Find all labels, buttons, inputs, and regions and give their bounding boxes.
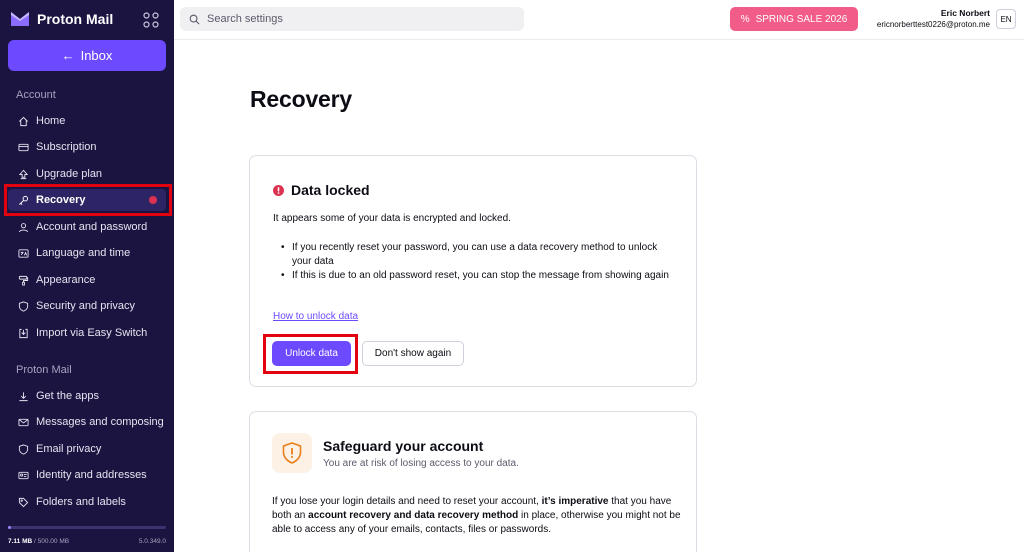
shield-alert-icon: [282, 442, 302, 464]
data-locked-list: If you recently reset your password, you…: [278, 241, 678, 283]
sidebar-item-label: Identity and addresses: [36, 469, 147, 481]
sidebar-item-import-via-easy-switch[interactable]: Import via Easy Switch: [8, 322, 166, 344]
sidebar-item-identity-and-addresses[interactable]: Identity and addresses: [8, 464, 166, 486]
sidebar: Proton Mail ← Inbox Account Home Subscri…: [0, 0, 174, 552]
language-icon: [18, 248, 29, 258]
safeguard-title: Safeguard your account: [323, 438, 484, 454]
sidebar-item-upgrade-plan[interactable]: Upgrade plan: [8, 163, 166, 185]
sidebar-item-label: Messages and composing: [36, 416, 164, 428]
sidebar-item-label: Email privacy: [36, 443, 102, 455]
sidebar-item-account-and-password[interactable]: Account and password: [8, 216, 166, 238]
section-account: Account: [16, 89, 56, 101]
topbar: Search settings % SPRING SALE 2026 Eric …: [174, 0, 1024, 40]
dont-show-again-button[interactable]: Don't show again: [362, 341, 464, 366]
proton-mail-logo-icon: [11, 12, 29, 26]
download-icon: [19, 391, 28, 401]
app-grid-icon[interactable]: [143, 12, 159, 28]
sidebar-item-label: Subscription: [36, 141, 97, 153]
sidebar-item-label: Security and privacy: [36, 300, 136, 312]
sale-label: SPRING SALE 2026: [755, 13, 848, 25]
percent-icon: %: [740, 13, 750, 25]
sidebar-item-label: Recovery: [36, 194, 86, 206]
inbox-button[interactable]: ← Inbox: [8, 40, 166, 71]
paint-roller-icon: [18, 275, 29, 286]
upgrade-arrow-icon: [18, 169, 29, 179]
import-icon: [19, 328, 28, 338]
sidebar-item-label: Language and time: [36, 247, 131, 259]
safeguard-text: If you lose your login details and need …: [272, 495, 682, 537]
search-icon: [189, 14, 200, 24]
home-icon: [19, 116, 28, 126]
key-icon: [19, 195, 29, 205]
data-locked-heading: Data locked: [273, 182, 370, 198]
user-icon: [18, 222, 29, 232]
data-locked-intro: It appears some of your data is encrypte…: [273, 213, 511, 224]
sidebar-item-home[interactable]: Home: [8, 110, 166, 132]
id-card-icon: [18, 471, 29, 479]
search-placeholder: Search settings: [207, 13, 283, 25]
sidebar-item-subscription[interactable]: Subscription: [8, 136, 166, 158]
storage-bar: [8, 526, 166, 529]
alert-icon: [273, 184, 284, 196]
sidebar-item-get-the-apps[interactable]: Get the apps: [8, 385, 166, 407]
shield-icon: [18, 300, 29, 312]
sidebar-item-email-privacy[interactable]: Email privacy: [8, 438, 166, 460]
search-input[interactable]: Search settings: [180, 7, 524, 31]
sidebar-item-label: Account and password: [36, 221, 148, 233]
safeguard-subtitle: You are at risk of losing access to your…: [323, 458, 519, 469]
safeguard-text-emphasis: it’s imperative: [541, 496, 609, 507]
sidebar-item-appearance[interactable]: Appearance: [8, 269, 166, 291]
sidebar-item-language-and-time[interactable]: Language and time: [8, 242, 166, 264]
storage-used: 7.11 MB: [8, 538, 33, 545]
unlock-data-button[interactable]: Unlock data: [272, 341, 351, 366]
section-proton-mail: Proton Mail: [16, 364, 72, 376]
spring-sale-button[interactable]: % SPRING SALE 2026: [730, 7, 858, 31]
app-version: 5.0.349.0: [138, 538, 166, 545]
sidebar-item-label: Upgrade plan: [36, 168, 103, 180]
safeguard-card: Safeguard your account You are at risk o…: [249, 411, 697, 552]
shield-icon: [18, 443, 29, 455]
sidebar-item-recovery[interactable]: Recovery: [8, 189, 166, 211]
user-email[interactable]: ericnorberttest0226@proton.me: [877, 20, 990, 29]
list-item: If you recently reset your password, you…: [278, 241, 678, 269]
storage-usage: 7.11 MB / 500.00 MB: [8, 538, 69, 545]
list-item: If this is due to an old password reset,…: [278, 269, 678, 283]
arrow-left-icon: ←: [61, 48, 75, 63]
user-name[interactable]: Eric Norbert: [941, 8, 990, 18]
sidebar-item-label: Appearance: [36, 274, 96, 286]
how-to-unlock-link[interactable]: How to unlock data: [273, 311, 358, 322]
tag-icon: [18, 497, 29, 507]
safeguard-text-emphasis: account recovery and data recovery metho…: [308, 510, 519, 521]
sidebar-item-folders-and-labels[interactable]: Folders and labels: [8, 491, 166, 513]
language-button[interactable]: EN: [996, 9, 1016, 29]
sidebar-item-label: Home: [36, 115, 66, 127]
sidebar-item-security-and-privacy[interactable]: Security and privacy: [8, 295, 166, 317]
sidebar-item-label: Import via Easy Switch: [36, 327, 148, 339]
brand-logo[interactable]: Proton Mail: [10, 10, 113, 28]
sidebar-item-label: Get the apps: [36, 390, 99, 402]
data-locked-card: Data locked It appears some of your data…: [249, 155, 697, 387]
envelope-icon: [18, 418, 29, 426]
brand-name: Proton Mail: [37, 11, 114, 27]
sidebar-item-messages-and-composing[interactable]: Messages and composing: [8, 411, 166, 433]
notification-dot: [149, 196, 157, 204]
storage-fill: [8, 526, 12, 529]
shield-alert-tile: [272, 433, 312, 473]
safeguard-text-part: If you lose your login details and need …: [272, 496, 542, 507]
storage-total: / 500.00 MB: [34, 538, 70, 545]
credit-card-icon: [18, 143, 29, 151]
sidebar-item-label: Folders and labels: [36, 496, 126, 508]
inbox-button-label: Inbox: [80, 48, 113, 63]
page-title: Recovery: [250, 86, 352, 112]
data-locked-title: Data locked: [291, 182, 370, 198]
